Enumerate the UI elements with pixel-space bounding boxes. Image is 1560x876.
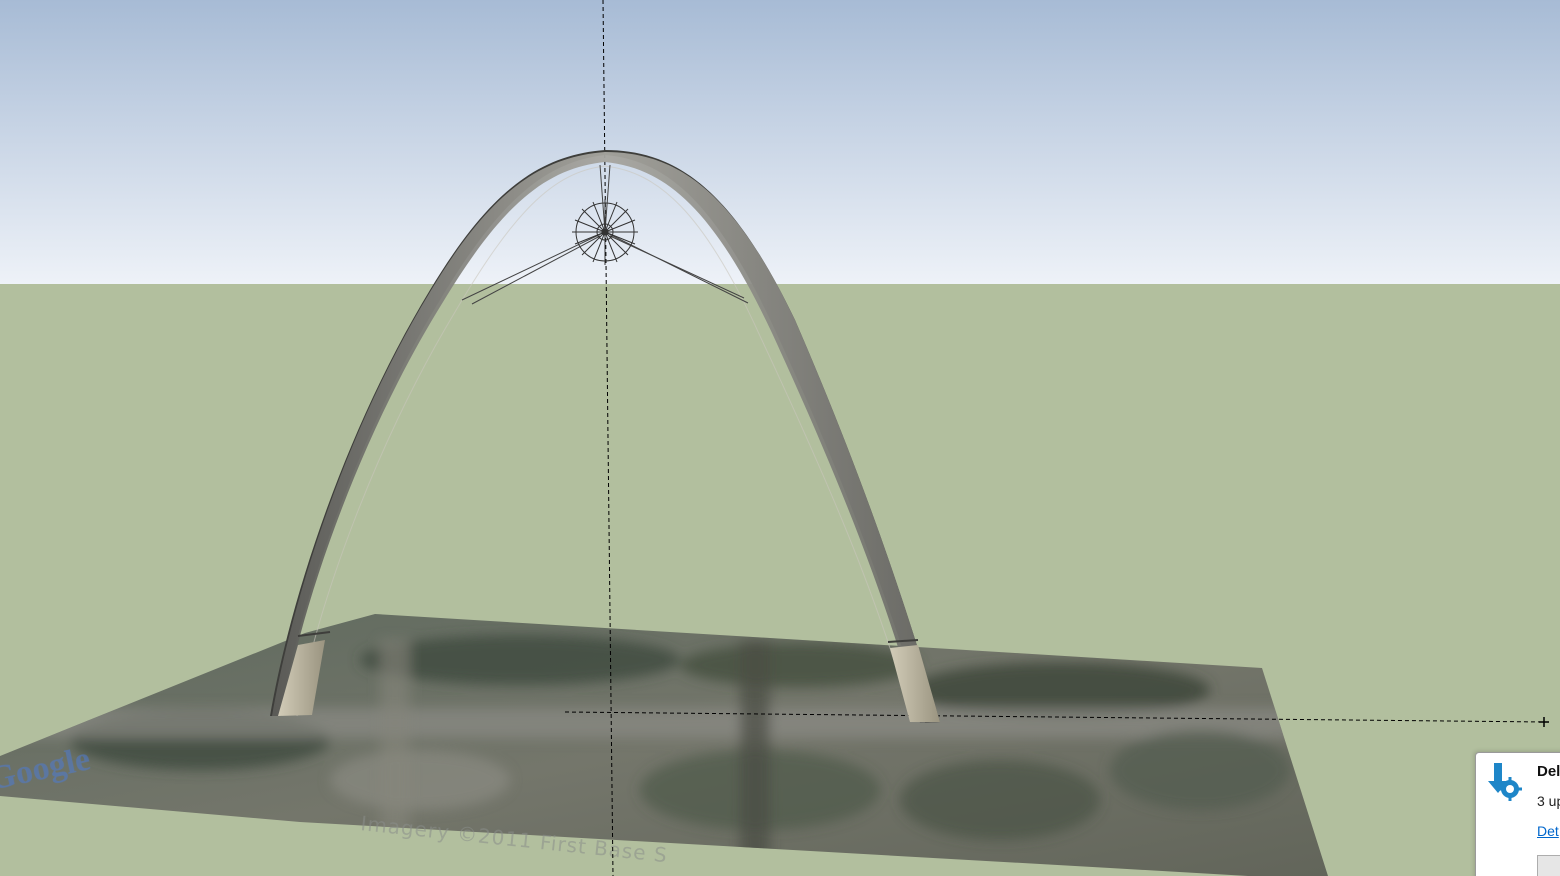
sky: [0, 0, 1560, 285]
notification-title: Del: [1537, 763, 1560, 780]
notification-body: 3 up: [1537, 793, 1560, 809]
download-gear-icon: [1488, 763, 1522, 801]
3d-viewport[interactable]: Imagery ©2011 First Base S Google Del 3 …: [0, 0, 1560, 876]
scene-canvas[interactable]: Imagery ©2011 First Base S Google: [0, 0, 1560, 876]
notification-details-link[interactable]: Det: [1537, 823, 1559, 839]
notification-action-button[interactable]: [1537, 855, 1560, 876]
update-notification[interactable]: Del 3 up Det: [1475, 752, 1560, 876]
